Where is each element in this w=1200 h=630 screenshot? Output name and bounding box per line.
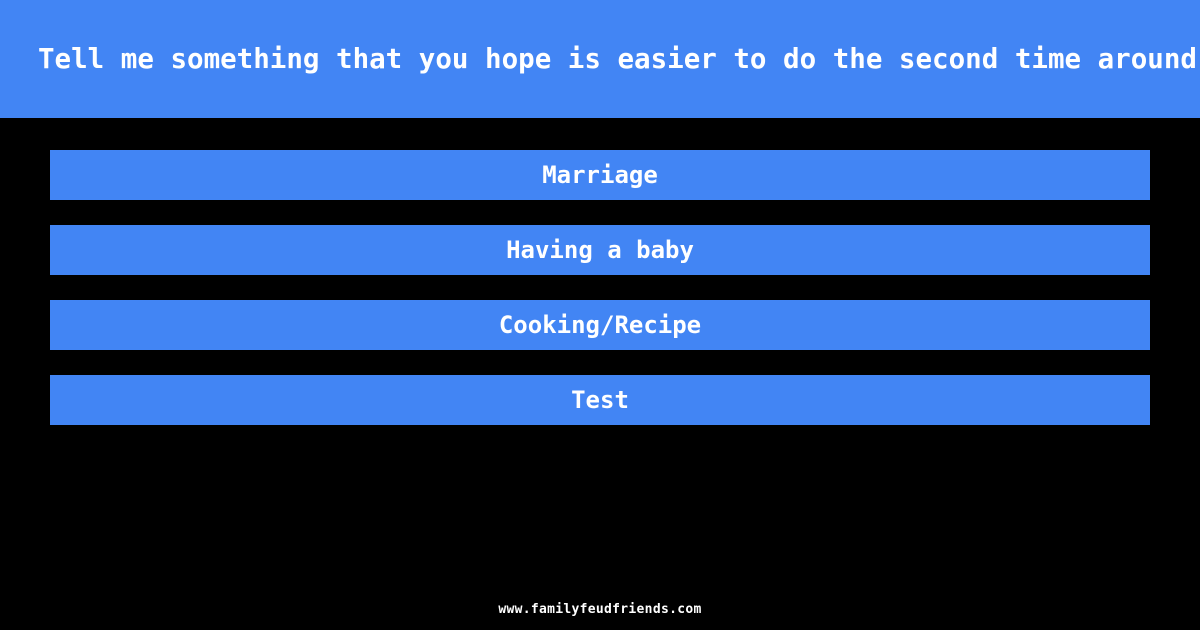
answer-text: Marriage bbox=[542, 161, 658, 189]
site-url: www.familyfeudfriends.com bbox=[498, 602, 702, 617]
question-text: Tell me something that you hope is easie… bbox=[38, 42, 1197, 75]
answer-bar[interactable]: Test bbox=[50, 375, 1150, 425]
answer-bar[interactable]: Cooking/Recipe bbox=[50, 300, 1150, 350]
answer-text: Having a baby bbox=[506, 236, 694, 264]
answer-bar[interactable]: Marriage bbox=[50, 150, 1150, 200]
answer-bar[interactable]: Having a baby bbox=[50, 225, 1150, 275]
question-band: Tell me something that you hope is easie… bbox=[0, 0, 1200, 118]
footer: www.familyfeudfriends.com bbox=[0, 598, 1200, 617]
answer-text: Cooking/Recipe bbox=[498, 311, 702, 339]
answer-list: Marriage Having a baby Cooking/Recipe Te… bbox=[50, 150, 1150, 425]
answer-text: Test bbox=[571, 386, 629, 414]
